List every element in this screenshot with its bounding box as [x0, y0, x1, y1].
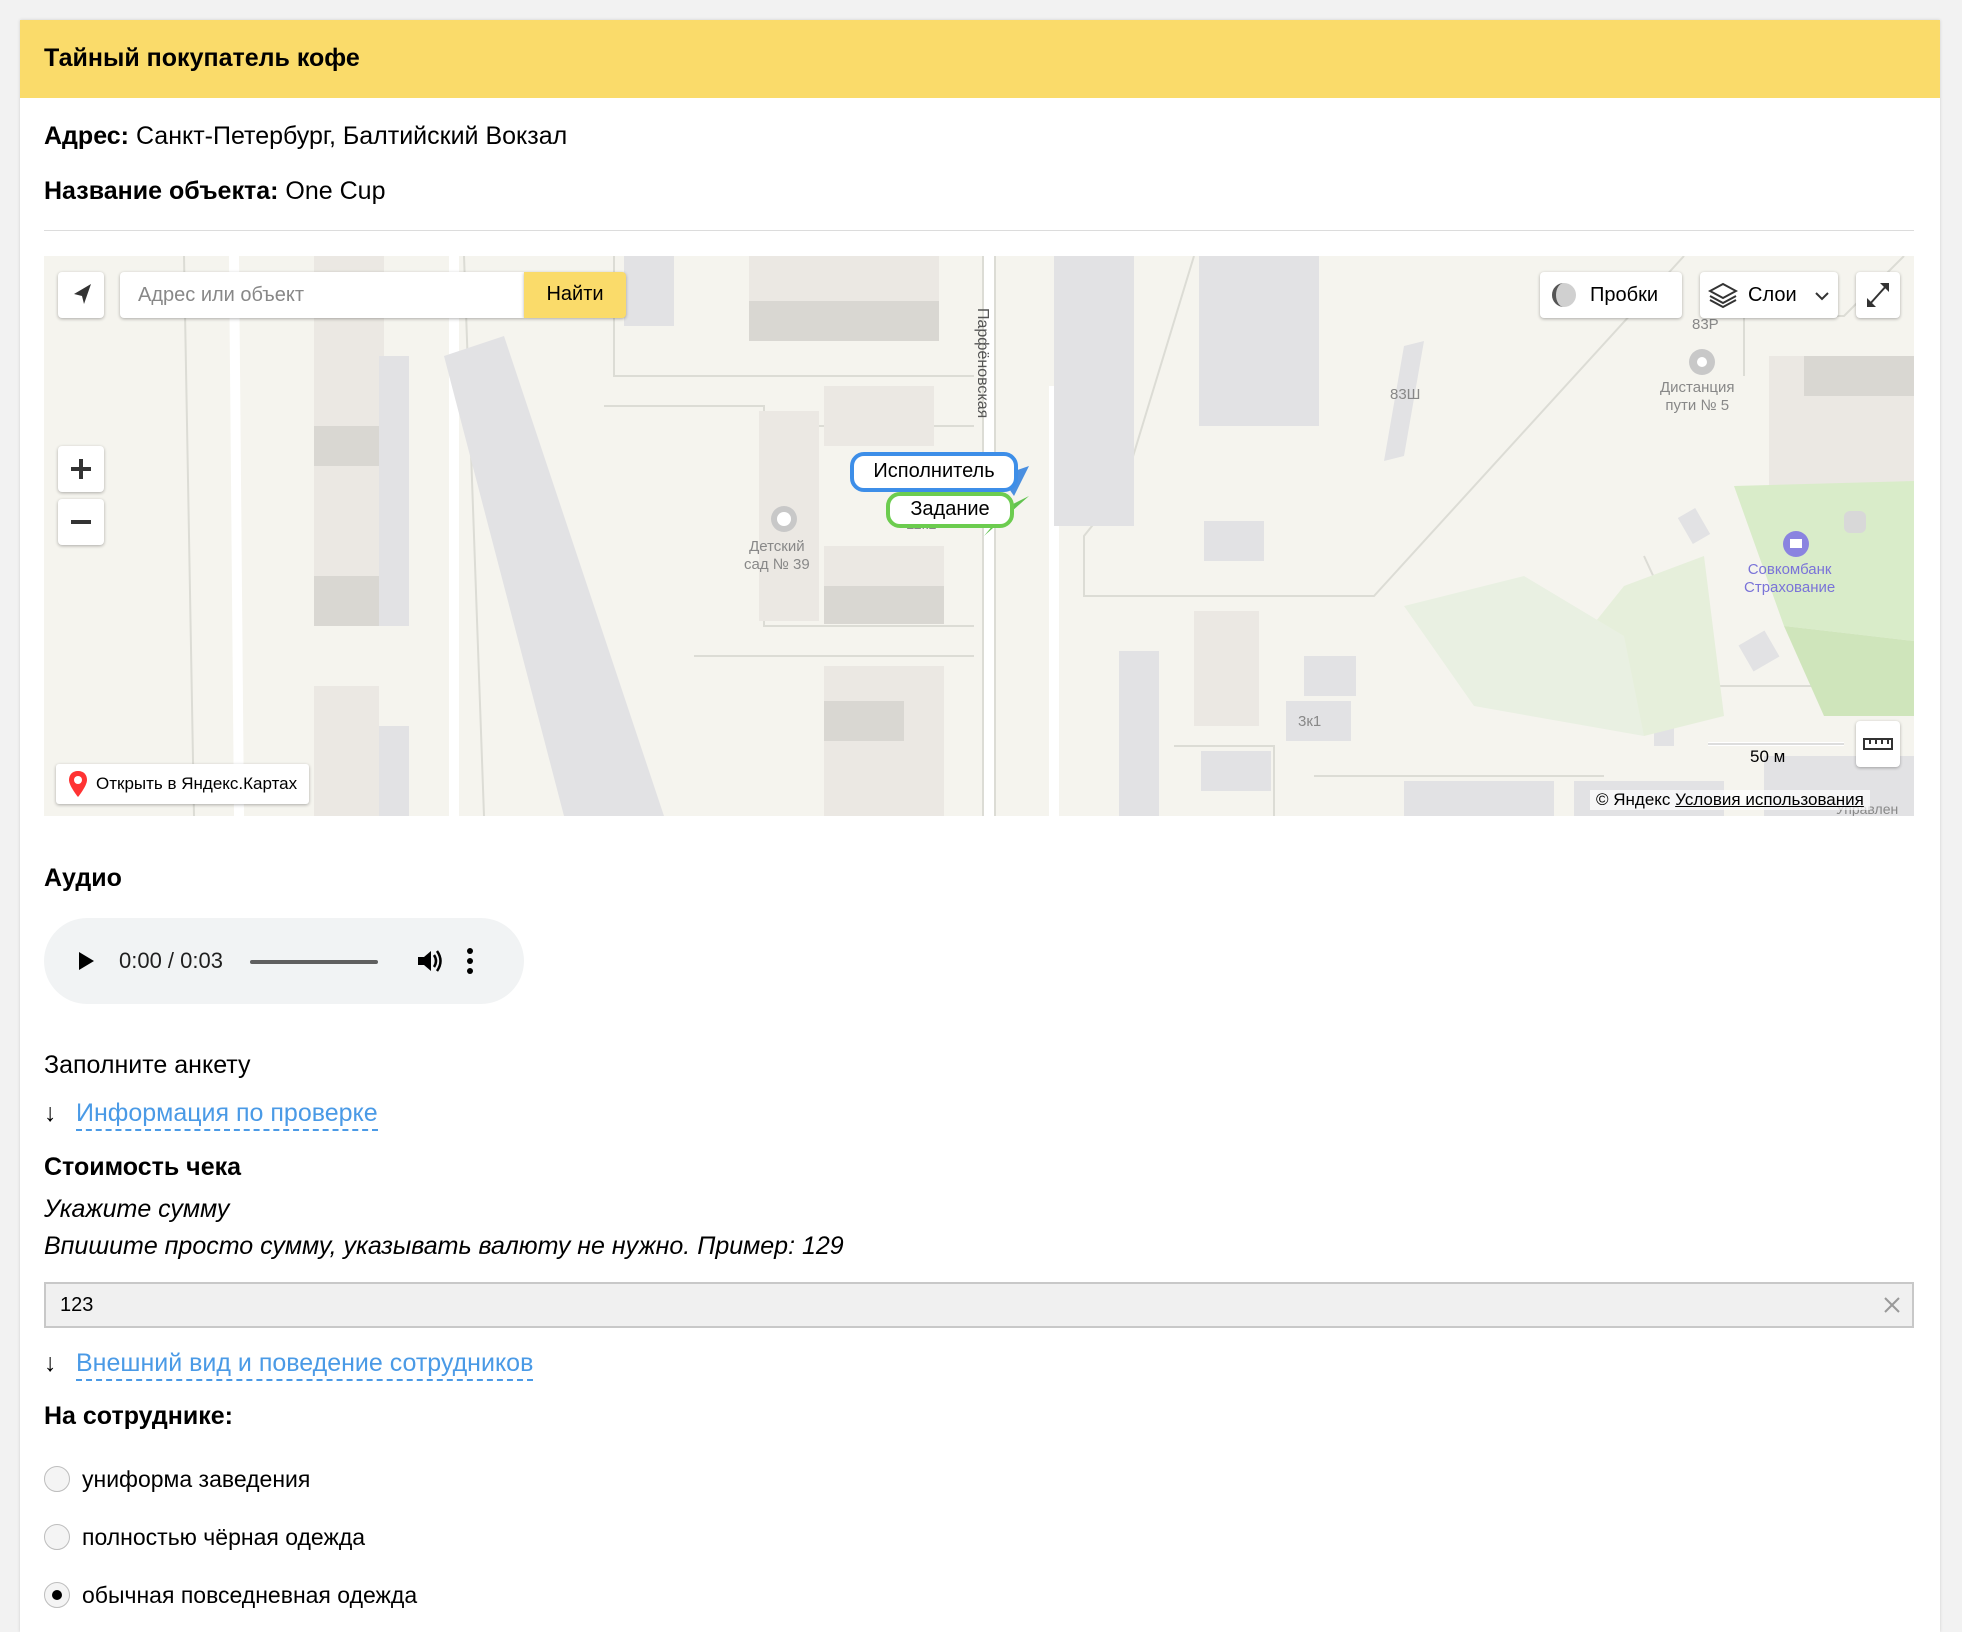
map-label-distance: Дистанция пути № 5	[1660, 379, 1735, 414]
map-label-kindergarten: Детский сад № 39	[744, 538, 810, 573]
zoom-in-button[interactable]	[58, 446, 104, 492]
task-marker-label: Задание	[910, 498, 990, 520]
map-search-input[interactable]: Адрес или объект	[120, 272, 524, 318]
page-title: Тайный покупатель кофе	[44, 44, 360, 72]
audio-progress-slider[interactable]	[250, 960, 378, 964]
employee-title: На сотруднике:	[44, 1402, 234, 1430]
map-copyright: © Яндекс Условия использования	[1590, 790, 1870, 810]
divider	[44, 230, 1914, 231]
clear-input-icon[interactable]	[1882, 1295, 1902, 1315]
form-intro: Заполните анкету	[44, 1051, 251, 1079]
ruler-button[interactable]	[1856, 721, 1900, 767]
zoom-out-button[interactable]	[58, 499, 104, 545]
street-label: Парфёновская	[974, 308, 991, 419]
map-label-sovcombank: Совкомбанк Страхование	[1744, 561, 1836, 596]
terms-link[interactable]: Условия использования	[1675, 790, 1864, 809]
map-scale: 50 м	[1750, 747, 1786, 766]
map[interactable]: Парфёновская Детский сад № 39 11к1 83Ш 8…	[44, 256, 1914, 816]
radio-button-checked[interactable]	[44, 1581, 70, 1608]
layers-icon	[1708, 282, 1738, 309]
map-label-83sh: 83Ш	[1390, 386, 1421, 403]
radio-button[interactable]	[44, 1523, 70, 1550]
radio-label: обычная повседневная одежда	[82, 1582, 418, 1608]
open-in-maps-label: Открыть в Яндекс.Картах	[96, 774, 298, 793]
traffic-icon	[1552, 283, 1576, 307]
section-info-row: ↓ Информация по проверке	[44, 1099, 378, 1131]
traffic-button[interactable]: Пробки	[1540, 272, 1682, 318]
map-pin-icon	[69, 771, 87, 797]
radio-label: полностью чёрная одежда	[82, 1524, 366, 1550]
plus-icon	[71, 459, 91, 479]
layers-button[interactable]: Слои	[1700, 272, 1838, 318]
ruler-icon	[1863, 738, 1893, 750]
executor-marker[interactable]: Исполнитель	[850, 452, 1018, 492]
layers-label: Слои	[1748, 284, 1797, 306]
address-value: Санкт-Петербург, Балтийский Вокзал	[135, 122, 568, 150]
audio-title: Аудио	[44, 864, 122, 892]
radio-label: униформа заведения	[82, 1466, 311, 1492]
object-line: Название объекта: One Cup	[44, 177, 385, 206]
map-label-83r: 83Р	[1692, 316, 1719, 333]
fullscreen-button[interactable]	[1856, 272, 1900, 318]
play-icon[interactable]	[74, 949, 98, 973]
section-info-link[interactable]: Информация по проверке	[76, 1099, 378, 1131]
address-label: Адрес:	[44, 122, 129, 150]
volume-icon[interactable]	[414, 946, 444, 976]
receipt-hint-2: Впишите просто сумму, указывать валюту н…	[44, 1232, 844, 1260]
address-line: Адрес: Санкт-Петербург, Балтийский Вокза…	[44, 122, 567, 151]
arrow-down-icon: ↓	[44, 1349, 57, 1377]
traffic-label: Пробки	[1590, 284, 1658, 306]
location-arrow-icon	[74, 284, 91, 304]
radio-option-black[interactable]: полностью чёрная одежда	[44, 1522, 365, 1552]
map-label-3k1: 3к1	[1298, 713, 1322, 730]
receipt-hint-1: Укажите сумму	[44, 1195, 230, 1223]
radio-option-casual[interactable]: обычная повседневная одежда	[44, 1580, 417, 1610]
radio-button[interactable]	[44, 1465, 70, 1492]
executor-marker-label: Исполнитель	[873, 460, 995, 482]
open-in-maps-button[interactable]: Открыть в Яндекс.Картах	[56, 764, 310, 804]
object-value: One Cup	[285, 177, 386, 205]
arrow-down-icon: ↓	[44, 1099, 57, 1127]
receipt-amount-input[interactable]: 123	[44, 1282, 1914, 1328]
locate-button[interactable]	[58, 272, 104, 318]
radio-option-uniform[interactable]: униформа заведения	[44, 1464, 310, 1494]
section-appearance-row: ↓ Внешний вид и поведение сотрудников	[44, 1349, 534, 1381]
task-card: Тайный покупатель кофе Адрес: Санкт-Пете…	[20, 20, 1940, 1632]
chevron-down-icon	[1815, 292, 1829, 301]
copyright-text: © Яндекс	[1596, 790, 1671, 809]
more-options-icon[interactable]	[465, 946, 475, 976]
task-marker[interactable]: Задание	[886, 492, 1014, 528]
audio-time: 0:00 / 0:03	[119, 948, 223, 973]
minus-icon	[71, 520, 91, 524]
audio-player: 0:00 / 0:03	[44, 918, 524, 1004]
page-header: Тайный покупатель кофе	[20, 20, 1940, 98]
find-button[interactable]: Найти	[524, 272, 626, 318]
object-label: Название объекта:	[44, 177, 279, 205]
receipt-title: Стоимость чека	[44, 1153, 242, 1181]
section-appearance-link[interactable]: Внешний вид и поведение сотрудников	[76, 1349, 534, 1381]
expand-icon	[1867, 283, 1889, 307]
